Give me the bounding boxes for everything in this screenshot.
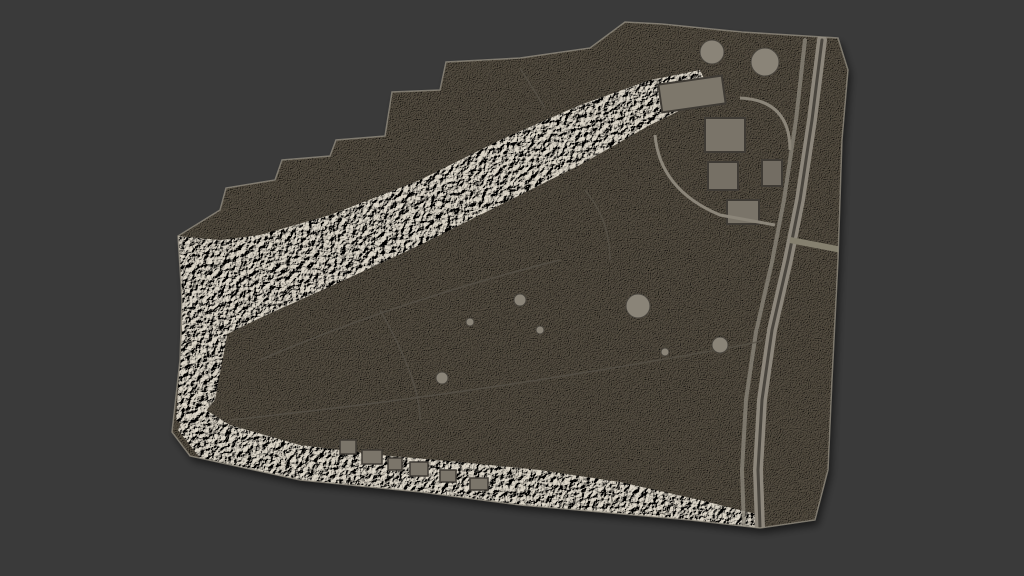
3d-viewer-canvas[interactable]: [0, 0, 1024, 576]
terrain-model[interactable]: [0, 0, 1024, 576]
